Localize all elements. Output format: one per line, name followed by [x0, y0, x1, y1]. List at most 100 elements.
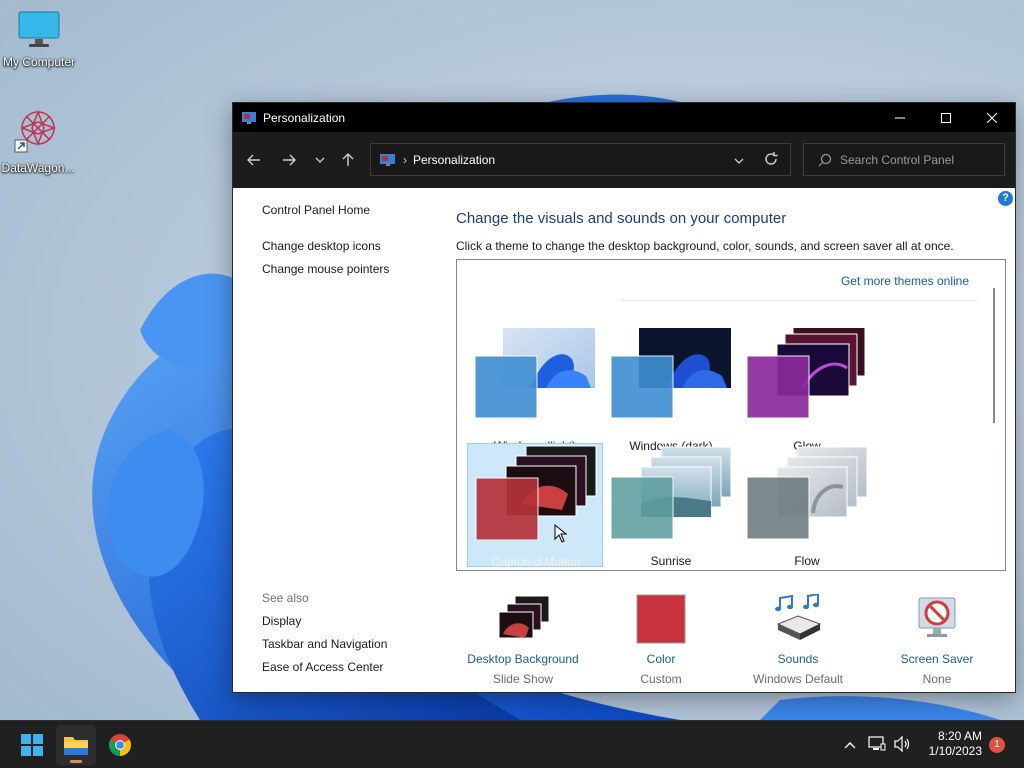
theme-preview — [746, 328, 866, 419]
clock[interactable]: 8:20 AM 1/10/2023 — [929, 729, 982, 759]
desktop-background-label: Desktop Background — [467, 652, 579, 666]
see-also-heading: See also — [262, 591, 309, 605]
address-dropdown-button[interactable] — [734, 153, 744, 167]
minimize-icon — [895, 117, 905, 118]
taskbar: 8:20 AM 1/10/2023 1 — [0, 720, 1024, 768]
chrome-icon — [109, 734, 131, 756]
desktop-icon-datawagon[interactable]: DataWagon... — [0, 106, 76, 175]
theme-preview — [746, 446, 868, 539]
arrow-right-icon — [283, 154, 296, 166]
desktop-icon-label: My Computer — [2, 55, 76, 69]
up-button[interactable] — [334, 146, 362, 174]
theme-name: Sunrise — [650, 554, 692, 568]
theme-sunrise[interactable]: Sunrise — [603, 443, 739, 568]
get-more-themes-link[interactable]: Get more themes online — [841, 274, 969, 288]
personalization-window: Personalization › Personalization Search… — [232, 102, 1016, 693]
screen-saver-item[interactable]: Screen Saver None — [867, 588, 1007, 686]
navigation-bar: › Personalization Search Control Panel — [233, 132, 1015, 188]
datawagon-shortcut-icon — [14, 109, 57, 153]
screen-saver-label: Screen Saver — [900, 652, 974, 666]
screen-saver-icon — [918, 597, 956, 637]
theme-flow[interactable]: Flow — [739, 443, 875, 568]
clock-time: 8:20 AM — [937, 729, 982, 743]
chevron-down-icon — [315, 157, 325, 163]
volume-icon — [894, 735, 910, 752]
chevron-down-icon — [734, 158, 744, 164]
theme-windows-dark[interactable]: Windows (dark) — [603, 328, 739, 453]
content-area: Control Panel Home Change desktop icons … — [233, 188, 1015, 692]
monitor-icon — [18, 11, 60, 47]
sounds-item[interactable]: Sounds Windows Default — [728, 588, 868, 686]
color-value: Custom — [640, 672, 682, 686]
notification-badge[interactable]: 1 — [989, 737, 1005, 753]
search-icon — [818, 153, 832, 166]
recent-locations-button[interactable] — [306, 146, 334, 174]
personalization-app-icon — [242, 111, 256, 124]
forward-button[interactable] — [275, 146, 303, 174]
theme-glow[interactable]: Glow — [739, 328, 875, 453]
close-button[interactable] — [969, 103, 1015, 132]
page-subtitle: Click a theme to change the desktop back… — [456, 239, 954, 253]
back-button[interactable] — [240, 146, 268, 174]
desktop-icon-my-computer[interactable]: My Computer — [1, 10, 77, 69]
sounds-value: Windows Default — [752, 672, 844, 686]
desktop-background-icon — [498, 595, 550, 639]
clock-date: 1/10/2023 — [928, 744, 982, 758]
color-label: Color — [646, 652, 676, 666]
close-icon — [987, 112, 997, 123]
color-swatch-icon — [636, 594, 686, 644]
file-explorer-icon — [64, 737, 88, 755]
display-link[interactable]: Display — [262, 614, 301, 628]
start-icon — [21, 734, 43, 756]
network-icon — [868, 735, 886, 750]
show-hidden-icons-button[interactable] — [844, 738, 856, 752]
start-button[interactable] — [12, 725, 52, 765]
mouse-cursor-icon — [554, 524, 568, 543]
refresh-button[interactable] — [764, 152, 778, 169]
desktop-background-value: Slide Show — [492, 672, 554, 686]
control-panel-home-link[interactable]: Control Panel Home — [262, 203, 370, 217]
color-item[interactable]: Color Custom — [591, 588, 731, 686]
change-desktop-icons-link[interactable]: Change desktop icons — [262, 239, 381, 253]
theme-preview — [475, 445, 597, 540]
theme-windows-light[interactable]: Windows (light) — [467, 328, 603, 453]
chevron-up-icon — [844, 742, 856, 749]
theme-name: Flow — [794, 554, 820, 568]
theme-captured-motion[interactable]: Captured Motion — [467, 443, 603, 569]
theme-preview — [610, 328, 731, 419]
change-mouse-pointers-link[interactable]: Change mouse pointers — [262, 262, 389, 276]
theme-preview — [610, 446, 732, 539]
themes-scrollbar[interactable] — [993, 288, 995, 423]
network-button[interactable] — [868, 735, 886, 755]
help-button[interactable]: ? — [998, 191, 1013, 206]
theme-preview — [474, 328, 595, 419]
minimize-button[interactable] — [877, 103, 923, 132]
ease-of-access-link[interactable]: Ease of Access Center — [262, 660, 383, 674]
sounds-label: Sounds — [777, 652, 819, 666]
search-input[interactable]: Search Control Panel — [840, 153, 954, 167]
control-panel-icon — [380, 153, 395, 166]
themes-list: Get more themes online Windows (light) — [456, 259, 1006, 571]
system-tray — [844, 721, 912, 768]
desktop-icon-label: DataWagon... — [1, 161, 75, 175]
breadcrumb-separator-icon: › — [403, 152, 407, 167]
window-title: Personalization — [263, 110, 346, 125]
page-title: Change the visuals and sounds on your co… — [456, 210, 787, 227]
desktop-background-item[interactable]: Desktop Background Slide Show — [453, 588, 593, 686]
volume-button[interactable] — [894, 735, 912, 755]
chrome-button[interactable] — [100, 725, 140, 765]
divider — [621, 300, 977, 301]
screen-saver-value: None — [922, 672, 952, 686]
title-bar[interactable]: Personalization — [233, 103, 1015, 132]
arrow-left-icon — [247, 154, 260, 166]
maximize-button[interactable] — [923, 103, 969, 132]
customization-bar: Desktop Background Slide Show Color Cust… — [456, 588, 1006, 688]
breadcrumb-personalization[interactable]: Personalization — [413, 153, 495, 167]
search-box[interactable]: Search Control Panel — [803, 143, 1005, 176]
arrow-up-icon — [342, 153, 354, 166]
sounds-icon — [775, 594, 822, 640]
taskbar-navigation-link[interactable]: Taskbar and Navigation — [262, 637, 387, 651]
theme-name: Captured Motion — [491, 555, 581, 569]
address-bar[interactable]: › Personalization — [370, 143, 791, 176]
file-explorer-button[interactable] — [56, 725, 96, 765]
